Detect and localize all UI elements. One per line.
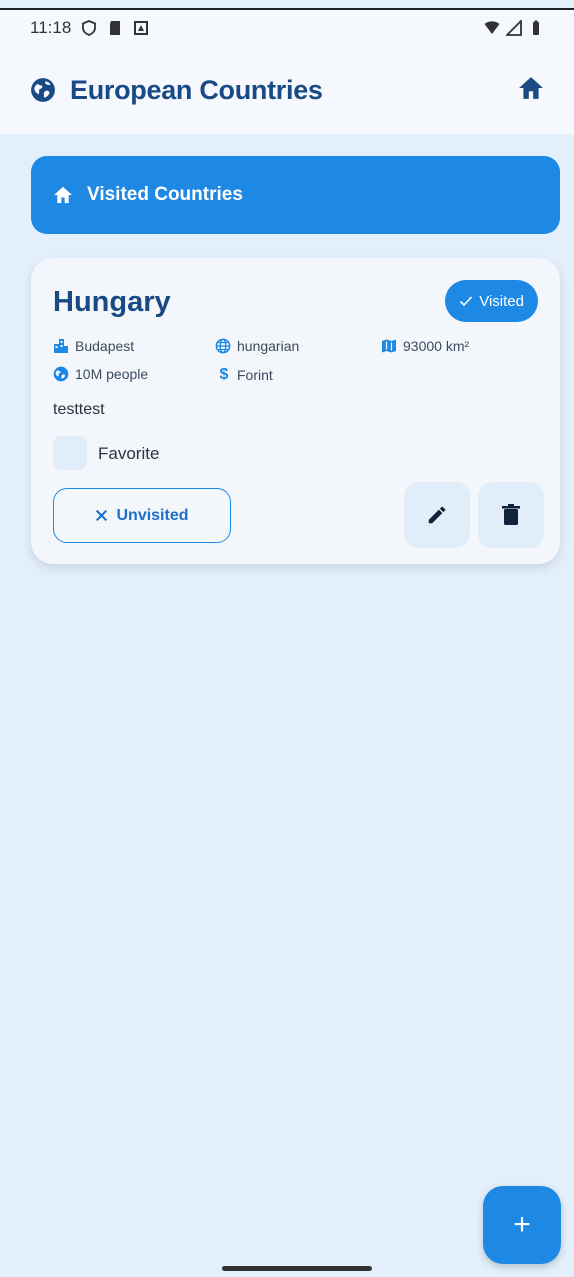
- app-bar: European Countries: [0, 46, 574, 134]
- language-globe-icon: [215, 338, 231, 354]
- wifi-icon: [484, 21, 500, 34]
- signal-icon: [506, 20, 522, 36]
- notification-icon: [134, 21, 149, 35]
- close-icon: [96, 509, 108, 522]
- capital-info: Budapest: [53, 338, 134, 354]
- status-right: [484, 20, 544, 36]
- city-icon: [54, 339, 68, 353]
- banner-label: Visited Countries: [87, 184, 243, 205]
- favorite-label: Favorite: [98, 444, 160, 463]
- language-text: hungarian: [237, 338, 300, 354]
- area-text: 93000 km²: [403, 338, 470, 354]
- home-button[interactable]: [518, 76, 544, 105]
- visited-countries-banner[interactable]: Visited Countries: [31, 156, 560, 234]
- visited-badge[interactable]: Visited: [445, 280, 538, 322]
- edit-button[interactable]: [404, 482, 470, 548]
- gesture-nav-handle[interactable]: [222, 1266, 372, 1271]
- globe-icon: [53, 366, 69, 382]
- visited-badge-label: Visited: [479, 292, 524, 310]
- status-bar: 11:18: [0, 10, 574, 46]
- shield-icon: [82, 20, 97, 36]
- globe-icon: [31, 78, 55, 102]
- home-icon: [54, 186, 72, 204]
- unvisited-button[interactable]: Unvisited: [53, 488, 231, 543]
- check-icon: [460, 296, 473, 307]
- status-left: 11:18: [30, 18, 149, 38]
- unvisited-button-label: Unvisited: [116, 506, 189, 524]
- trash-icon: [502, 504, 520, 525]
- sd-card-icon: [110, 21, 121, 35]
- battery-icon: [533, 20, 539, 35]
- status-time: 11:18: [30, 18, 72, 37]
- add-country-button[interactable]: +: [483, 1186, 561, 1264]
- country-name: Hungary: [53, 286, 171, 318]
- country-note: testtest: [53, 401, 105, 418]
- map-icon: [382, 339, 396, 353]
- capital-text: Budapest: [75, 338, 135, 354]
- dollar-icon: $: [219, 366, 229, 383]
- delete-button[interactable]: [478, 482, 544, 548]
- home-icon: [519, 76, 543, 99]
- add-icon: +: [513, 1208, 531, 1241]
- language-info: hungarian: [215, 338, 299, 354]
- currency-text: Forint: [237, 367, 273, 383]
- page-title: European Countries: [70, 74, 323, 105]
- currency-info: $ Forint: [217, 366, 273, 384]
- pencil-icon: [428, 506, 446, 524]
- country-card: Hungary Visited Budapest hungarian 93000…: [31, 258, 560, 564]
- favorite-checkbox[interactable]: [53, 436, 87, 470]
- area-info: 93000 km²: [381, 338, 469, 354]
- population-text: 10M people: [75, 366, 149, 382]
- population-info: 10M people: [53, 366, 148, 382]
